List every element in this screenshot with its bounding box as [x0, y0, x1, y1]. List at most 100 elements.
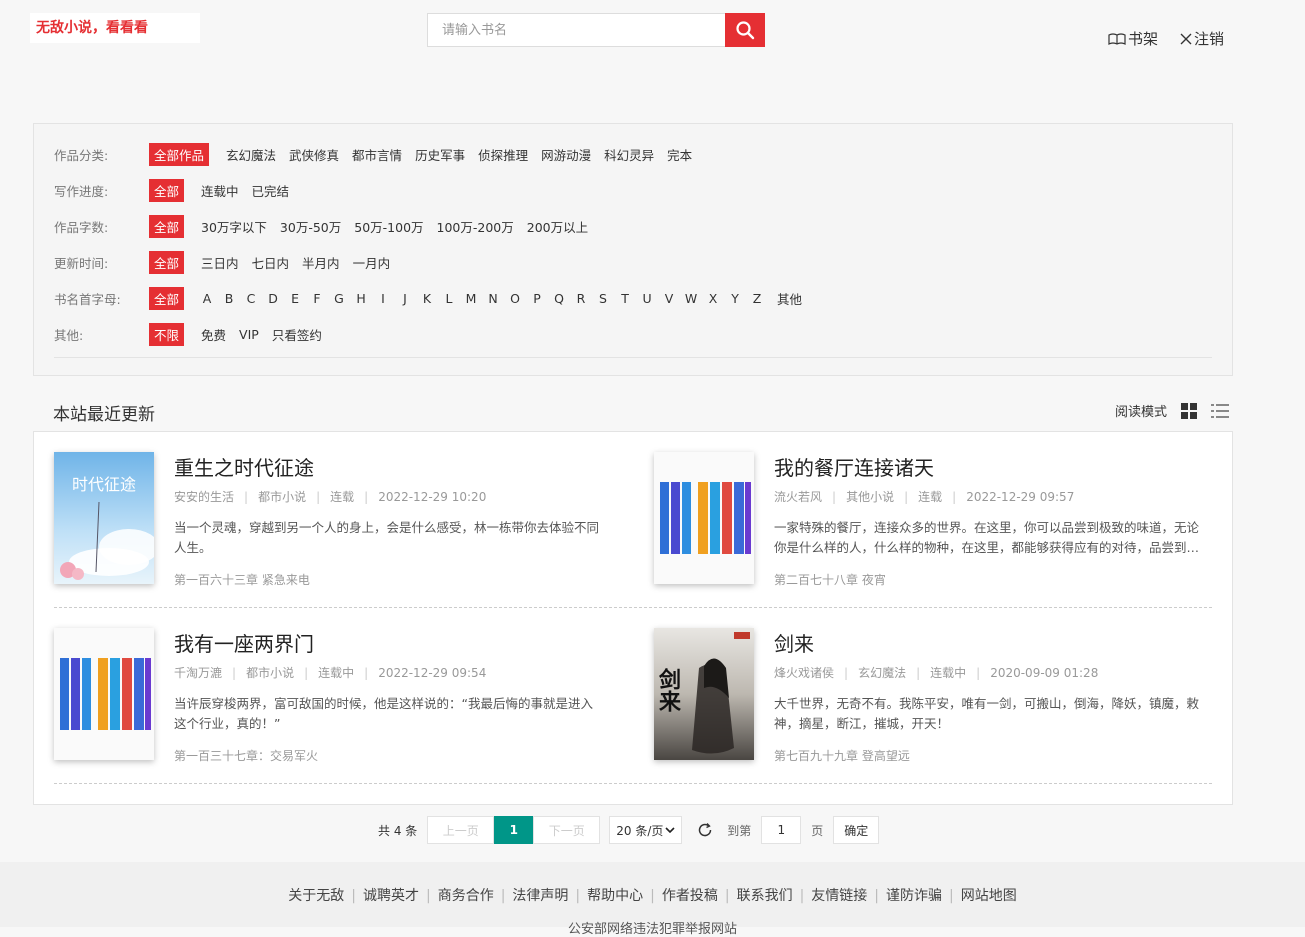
filter-letter[interactable]: C — [240, 291, 262, 306]
filter-letter[interactable]: H — [350, 291, 372, 306]
footer-link[interactable]: 友情链接 — [811, 888, 867, 904]
filter-option[interactable]: 全部 — [149, 214, 185, 238]
goto-page-input[interactable]: 1 — [761, 816, 802, 844]
filter-option[interactable]: 全部 — [149, 250, 185, 274]
filter-letter[interactable]: R — [570, 291, 592, 306]
filter-option[interactable]: 只看签约 — [272, 325, 322, 344]
book-category[interactable]: 玄幻魔法 — [858, 666, 906, 680]
filter-letter[interactable]: I — [372, 291, 394, 306]
search-button[interactable] — [725, 13, 765, 47]
footer-report-link[interactable]: 公安部网络违法犯罪举报网站 — [0, 918, 1305, 937]
filter-letter[interactable]: P — [526, 291, 548, 306]
filter-option[interactable]: 侦探推理 — [478, 145, 528, 164]
latest-chapter-link[interactable]: 第一百六十三章 紧急来电 — [174, 571, 310, 588]
filter-option[interactable]: 七日内 — [252, 253, 290, 272]
filter-option[interactable]: 历史军事 — [415, 145, 465, 164]
book-author[interactable]: 流火若风 — [774, 490, 822, 504]
footer-link[interactable]: 联系我们 — [737, 888, 793, 904]
book-category[interactable]: 其他小说 — [846, 490, 894, 504]
logout-link[interactable]: 注销 — [1180, 28, 1224, 49]
filter-letter[interactable]: Z — [746, 291, 768, 306]
filter-letter[interactable]: X — [702, 291, 724, 306]
footer-link[interactable]: 帮助中心 — [587, 888, 643, 904]
filter-option[interactable]: 已完结 — [252, 181, 290, 200]
book-category[interactable]: 都市小说 — [258, 490, 306, 504]
filter-option[interactable]: 30万-50万 — [280, 217, 341, 236]
filter-option[interactable]: 武侠修真 — [289, 145, 339, 164]
latest-chapter-link[interactable]: 第七百九十九章 登高望远 — [774, 747, 910, 764]
filter-letter[interactable]: Y — [724, 291, 746, 306]
latest-chapter-link[interactable]: 第一百三十七章：交易军火 — [174, 747, 318, 764]
page-size-select[interactable]: 20 条/页 — [609, 816, 683, 844]
filter-option[interactable]: 一月内 — [353, 253, 391, 272]
filter-option[interactable]: 全部 — [149, 286, 185, 310]
filter-option[interactable]: 网游动漫 — [541, 145, 591, 164]
footer-link[interactable]: 法律声明 — [512, 888, 568, 904]
filter-letter[interactable]: G — [328, 291, 350, 306]
filter-option[interactable]: VIP — [239, 327, 259, 342]
filter-option[interactable]: 全部 — [149, 178, 185, 202]
list-view-icon[interactable] — [1211, 403, 1230, 419]
filter-option[interactable]: 30万字以下 — [201, 217, 267, 236]
footer-link[interactable]: 网站地图 — [961, 888, 1017, 904]
filter-letter[interactable]: Q — [548, 291, 570, 306]
filter-letter[interactable]: 其他 — [777, 289, 802, 308]
filter-letter[interactable]: L — [438, 291, 460, 306]
book-cover[interactable] — [54, 628, 154, 760]
search-input[interactable] — [427, 13, 725, 47]
grid-view-icon[interactable] — [1181, 402, 1198, 419]
filter-letter[interactable]: U — [636, 291, 658, 306]
book-cover[interactable]: 时代征途 — [54, 452, 154, 584]
filter-option[interactable]: 免费 — [201, 325, 226, 344]
filter-letter[interactable]: V — [658, 291, 680, 306]
filter-letter[interactable]: J — [394, 291, 416, 306]
filter-letter[interactable]: F — [306, 291, 328, 306]
filter-option[interactable]: 都市言情 — [352, 145, 402, 164]
footer-link[interactable]: 关于无敌 — [288, 888, 344, 904]
footer-link[interactable]: 商务合作 — [438, 888, 494, 904]
filter-option[interactable]: 完本 — [667, 145, 692, 164]
footer-link[interactable]: 作者投稿 — [662, 888, 718, 904]
filter-letter[interactable]: S — [592, 291, 614, 306]
refresh-icon[interactable] — [697, 822, 713, 838]
bookshelf-link[interactable]: 书架 — [1108, 28, 1158, 49]
filter-option[interactable]: 50万-100万 — [354, 217, 423, 236]
book-cover[interactable]: 剑来 — [654, 628, 754, 760]
next-page-button[interactable]: 下一页 — [533, 816, 601, 844]
filter-option[interactable]: 连载中 — [201, 181, 239, 200]
filter-letter[interactable]: M — [460, 291, 482, 306]
latest-chapter-link[interactable]: 第二百七十八章 夜宵 — [774, 571, 886, 588]
filter-option[interactable]: 科幻灵异 — [604, 145, 654, 164]
filter-letter[interactable]: O — [504, 291, 526, 306]
filter-option[interactable]: 半月内 — [302, 253, 340, 272]
filter-letter[interactable]: D — [262, 291, 284, 306]
current-page[interactable]: 1 — [494, 816, 534, 844]
filter-option[interactable]: 200万以上 — [527, 217, 588, 236]
book-title[interactable]: 剑来 — [774, 628, 814, 657]
book-category[interactable]: 都市小说 — [246, 666, 294, 680]
filter-option[interactable]: 全部作品 — [149, 142, 210, 166]
book-author[interactable]: 千淘万漉 — [174, 666, 222, 680]
filter-letter[interactable]: N — [482, 291, 504, 306]
filter-option[interactable]: 玄幻魔法 — [226, 145, 276, 164]
filter-letter[interactable]: A — [196, 291, 218, 306]
filter-option[interactable]: 不限 — [149, 322, 185, 346]
confirm-button[interactable]: 确定 — [833, 816, 880, 844]
book-title[interactable]: 我的餐厅连接诸天 — [774, 452, 934, 481]
filter-letter[interactable]: B — [218, 291, 240, 306]
site-logo[interactable]: 无敌小说，看看看 — [30, 13, 200, 43]
filter-letter[interactable]: W — [680, 291, 702, 306]
filter-letter[interactable]: T — [614, 291, 636, 306]
filter-letter[interactable]: K — [416, 291, 438, 306]
filter-letter[interactable]: E — [284, 291, 306, 306]
filter-option[interactable]: 100万-200万 — [437, 217, 514, 236]
filter-option[interactable]: 三日内 — [201, 253, 239, 272]
book-title[interactable]: 我有一座两界门 — [174, 628, 314, 657]
prev-page-button[interactable]: 上一页 — [427, 816, 495, 844]
book-author[interactable]: 安安的生活 — [174, 490, 234, 504]
book-title[interactable]: 重生之时代征途 — [174, 452, 314, 481]
footer-link[interactable]: 谨防诈骗 — [886, 888, 942, 904]
book-author[interactable]: 烽火戏诸侯 — [774, 666, 834, 680]
footer-link[interactable]: 诚聘英才 — [363, 888, 419, 904]
book-cover[interactable] — [654, 452, 754, 584]
